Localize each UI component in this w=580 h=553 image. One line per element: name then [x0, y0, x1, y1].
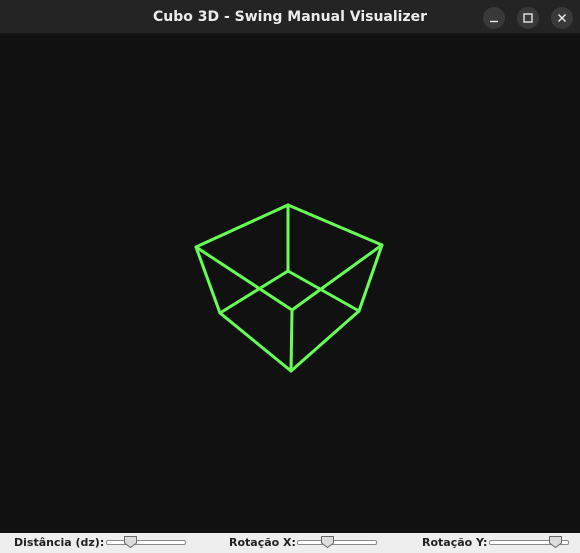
cube-edge — [194, 245, 222, 315]
cube-edge — [194, 203, 290, 249]
rotation-y-slider[interactable] — [489, 535, 569, 549]
close-button[interactable] — [551, 7, 573, 29]
cube-canvas[interactable] — [0, 35, 580, 533]
maximize-icon — [523, 13, 533, 23]
rotation-x-slider[interactable] — [297, 535, 377, 549]
cube-edge — [289, 308, 294, 373]
cube-edge — [289, 309, 361, 373]
distance-label: Distância (dz): — [14, 536, 105, 549]
minimize-icon — [490, 20, 498, 23]
distance-slider[interactable] — [106, 535, 186, 549]
slider-thumb[interactable] — [124, 536, 137, 548]
cube-wireframe — [194, 203, 384, 373]
slider-track — [297, 540, 377, 545]
cube-edge — [218, 311, 293, 373]
close-icon — [557, 13, 567, 23]
cube-edge — [286, 203, 384, 247]
rotation-y-label: Rotação Y: — [422, 536, 488, 549]
maximize-button[interactable] — [517, 7, 539, 29]
slider-thumb[interactable] — [321, 536, 335, 548]
rotation-x-label: Rotação X: — [229, 536, 296, 549]
app-window: Cubo 3D - Swing Manual Visualizer Distân… — [0, 0, 580, 553]
title-bar[interactable]: Cubo 3D - Swing Manual Visualizer — [0, 0, 580, 34]
control-panel: Distância (dz): Rotação X: Rotação Y: — [0, 533, 580, 553]
slider-thumb[interactable] — [548, 536, 562, 548]
minimize-button[interactable] — [483, 7, 505, 29]
slider-track — [106, 540, 186, 545]
cube-edge — [218, 269, 290, 315]
